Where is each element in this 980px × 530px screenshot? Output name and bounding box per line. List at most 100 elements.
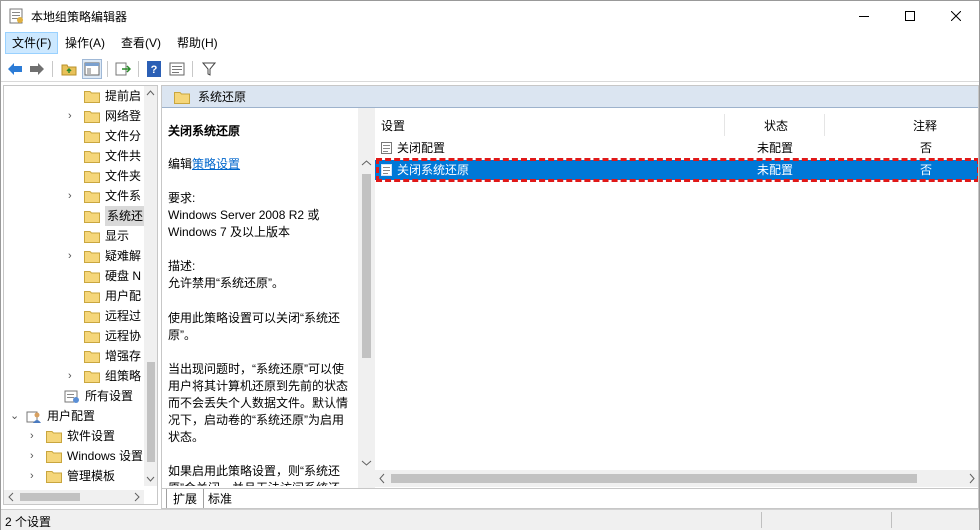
column-divider[interactable]	[824, 114, 825, 136]
tab-extended[interactable]: 扩展	[166, 489, 205, 508]
folder-icon	[84, 229, 100, 243]
tree-item[interactable]: › Windows 设置	[4, 446, 144, 466]
tree-item[interactable]: 文件分	[4, 126, 144, 146]
folder-up-icon	[61, 64, 77, 76]
scroll-left-icon	[379, 473, 385, 484]
tree-scroll-thumb[interactable]	[147, 362, 155, 462]
list-header: 设置 状态 注释	[375, 108, 978, 136]
status-divider	[891, 512, 892, 528]
folder-icon	[84, 309, 100, 323]
folder-icon	[84, 169, 100, 183]
expand-chevron-icon[interactable]: ›	[68, 186, 78, 206]
scroll-left-icon	[8, 492, 14, 502]
tree-item[interactable]: 文件夹	[4, 166, 144, 186]
svg-text:?: ?	[151, 64, 158, 76]
tree-item[interactable]: 显示	[4, 226, 144, 246]
folder-icon	[84, 189, 100, 203]
tree-item[interactable]: 远程协	[4, 326, 144, 346]
tree-item-label: 组策略	[105, 369, 142, 383]
tree-item[interactable]: 提前启	[4, 86, 144, 106]
tree-item[interactable]: › 疑难解	[4, 246, 144, 266]
folder-icon	[84, 209, 100, 223]
list-horizontal-scrollbar[interactable]	[375, 470, 978, 487]
scroll-down-icon	[146, 476, 155, 482]
status-divider	[761, 512, 762, 528]
list-row-disable-configuration[interactable]: 关闭配置 未配置 否	[375, 138, 978, 158]
setting-comment: 否	[920, 141, 933, 155]
export-icon	[115, 62, 131, 76]
minimize-button[interactable]	[841, 1, 887, 31]
menu-file[interactable]: 文件(F)	[5, 32, 59, 54]
tree-item[interactable]: 硬盘 N	[4, 266, 144, 286]
tree-item-label: 远程过	[105, 309, 142, 323]
expand-chevron-icon[interactable]: ›	[30, 426, 40, 446]
tree-item[interactable]: ⌄ 用户配置	[4, 406, 144, 426]
close-button[interactable]	[933, 1, 979, 31]
policy-editor-app-icon	[9, 8, 23, 24]
expand-chevron-icon[interactable]: ⌄	[10, 406, 20, 426]
tree-item[interactable]: › 软件设置	[4, 426, 144, 446]
scroll-up-icon	[146, 90, 155, 96]
tab-standard[interactable]: 标准	[202, 489, 238, 508]
tree-item[interactable]: › 文件系	[4, 186, 144, 206]
expand-chevron-icon[interactable]: ›	[68, 106, 78, 126]
minimize-icon	[859, 16, 869, 17]
expand-chevron-icon[interactable]: ›	[68, 246, 78, 266]
list-hscroll-thumb[interactable]	[391, 474, 917, 483]
tree-item[interactable]: 远程过	[4, 306, 144, 326]
tree-item[interactable]: 文件共	[4, 146, 144, 166]
tree-vertical-scrollbar[interactable]	[144, 86, 157, 486]
menu-view[interactable]: 查看(V)	[115, 32, 167, 54]
tree-item[interactable]: › 网络登	[4, 106, 144, 126]
tree-item[interactable]: › 组策略	[4, 366, 144, 386]
description-panel: 关闭系统还原 编辑策略设置 要求: Windows Server 2008 R2…	[162, 108, 358, 486]
forward-button[interactable]	[27, 59, 47, 79]
properties-icon	[169, 62, 185, 76]
folder-icon	[84, 109, 100, 123]
tree-item[interactable]: 增强存	[4, 346, 144, 366]
details-header: 系统还原	[162, 86, 978, 108]
expand-chevron-icon[interactable]: ›	[30, 466, 40, 486]
menu-help[interactable]: 帮助(H)	[171, 32, 224, 54]
edit-policy-link[interactable]: 策略设置	[192, 157, 240, 171]
help-button[interactable]: ?	[144, 59, 164, 79]
tree-item[interactable]: 系统还	[4, 206, 146, 226]
column-comment[interactable]: 注释	[913, 108, 937, 136]
back-button[interactable]	[5, 59, 25, 79]
description-scroll-thumb[interactable]	[362, 174, 371, 358]
tree-hscroll-thumb[interactable]	[20, 493, 80, 501]
show-hide-tree-button[interactable]	[82, 59, 102, 79]
tree-horizontal-scrollbar[interactable]	[4, 490, 144, 504]
column-state[interactable]: 状态	[764, 108, 788, 136]
description-label: 描述:	[168, 259, 196, 273]
maximize-button[interactable]	[887, 1, 933, 31]
filter-button[interactable]	[199, 59, 219, 79]
tree-item[interactable]: 所有设置	[4, 386, 144, 406]
setting-state: 未配置	[757, 141, 794, 155]
tree-item-label: 显示	[105, 229, 130, 243]
up-folder-button[interactable]	[59, 59, 79, 79]
folder-icon	[46, 469, 62, 483]
properties-button[interactable]	[167, 59, 187, 79]
export-list-button[interactable]	[113, 59, 133, 79]
folder-icon	[84, 349, 100, 363]
description-paragraph-1: 使用此策略设置可以关闭“系统还原”。	[168, 311, 340, 342]
expand-chevron-icon[interactable]: ›	[68, 366, 78, 386]
tree-item-label: 所有设置	[85, 389, 134, 403]
folder-icon	[84, 89, 100, 103]
description-scrollbar[interactable]	[358, 108, 375, 488]
tree-item[interactable]: › 管理模板	[4, 466, 144, 486]
column-divider[interactable]	[724, 114, 725, 136]
folder-icon	[46, 449, 62, 463]
scroll-down-icon	[361, 460, 372, 466]
tree-item[interactable]: 用户配	[4, 286, 144, 306]
column-setting[interactable]: 设置	[381, 108, 405, 136]
expand-chevron-icon[interactable]: ›	[30, 446, 40, 466]
menu-action[interactable]: 操作(A)	[59, 32, 111, 54]
back-arrow-icon	[8, 63, 22, 75]
console-tree[interactable]: › 管理模板 › Windows 设置 › 软件设置 ⌄ 用户配置 所有设置 › 组策略 增强存 远程协…	[3, 85, 158, 505]
